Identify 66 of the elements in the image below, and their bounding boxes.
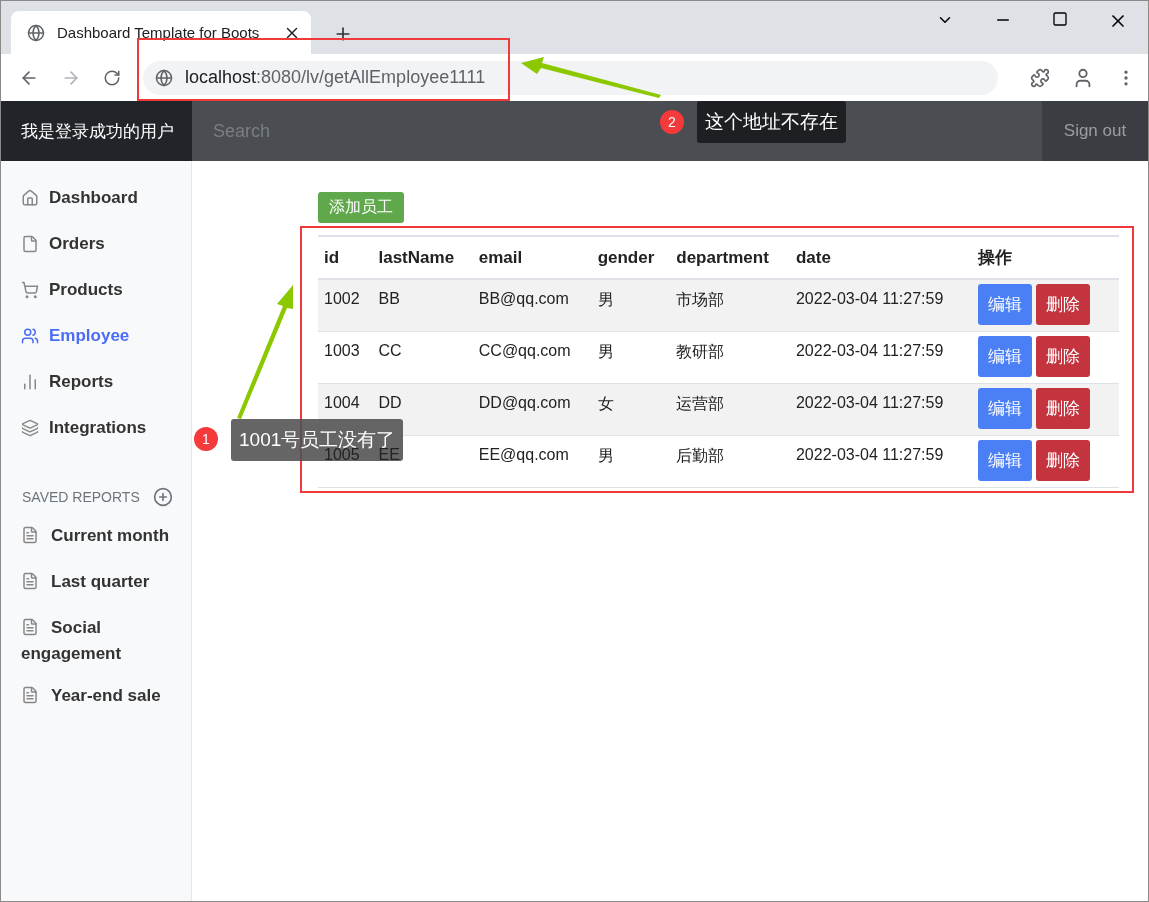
saved-report-item[interactable]: Last quarter <box>1 561 191 607</box>
edit-button[interactable]: 编辑 <box>978 387 1033 429</box>
table-cell: 2022-03-04 11:27:59 <box>795 393 944 411</box>
sidebar-item[interactable]: Employee <box>1 315 191 361</box>
saved-report-item[interactable]: Year-end sale <box>1 675 191 721</box>
sidebar-icon <box>21 189 39 207</box>
brand-title: 我是登录成功的用户 <box>1 101 192 161</box>
url-path: :8080/lv/getAllEmployee1111 <box>256 67 486 87</box>
saved-report-item[interactable]: Social engagement <box>1 607 191 675</box>
delete-button[interactable]: 删除 <box>1036 387 1091 429</box>
delete-button[interactable]: 删除 <box>1036 284 1091 325</box>
edit-button[interactable]: 编辑 <box>978 439 1033 481</box>
table-cell: BB <box>378 290 400 307</box>
edit-button[interactable]: 编辑 <box>978 284 1033 325</box>
table-cell: 2022-03-04 11:27:59 <box>795 290 944 307</box>
number-badge: 1 <box>194 427 218 451</box>
url-host: localhost <box>185 67 257 87</box>
delete-button[interactable]: 删除 <box>1036 335 1091 377</box>
tab-title: Dashboard Template for Boots <box>57 24 261 41</box>
sidebar-icon <box>21 373 39 391</box>
document-icon <box>21 572 39 590</box>
globe-icon <box>155 68 173 87</box>
sidebar-item[interactable]: Dashboard <box>1 177 191 223</box>
table-cell: 市场部 <box>676 291 725 308</box>
table-cell: DD@qq.com <box>478 393 571 411</box>
table-cell: 男 <box>597 342 614 360</box>
puzzle-icon[interactable] <box>1030 67 1050 88</box>
table-cell: 教研部 <box>676 342 725 360</box>
sidebar-item[interactable]: Products <box>1 269 191 315</box>
sidebar-item[interactable]: Integrations <box>1 407 191 453</box>
address-field[interactable]: localhost:8080/lv/getAllEmployee1111 <box>143 60 998 95</box>
section-heading: SAVED REPORTS <box>22 489 140 505</box>
globe-icon <box>27 23 45 42</box>
table-cell: 2022-03-04 11:27:59 <box>795 341 944 359</box>
sidebar-icon <box>21 419 39 437</box>
sidebar-icon <box>21 327 39 345</box>
table-cell: 1004 <box>324 393 360 411</box>
reload-icon[interactable] <box>103 68 121 87</box>
sidebar-icon <box>21 235 39 253</box>
sidebar-icon <box>21 281 39 299</box>
add-report-icon[interactable] <box>153 487 173 507</box>
browser-tab[interactable]: Dashboard Template for Boots <box>11 11 311 54</box>
table-cell: 2022-03-04 11:27:59 <box>795 445 944 463</box>
table-cell: 运营部 <box>676 394 725 412</box>
saved-report-item[interactable]: Current month <box>1 515 191 561</box>
sign-out-link[interactable]: Sign out <box>1042 101 1148 161</box>
maximize-icon[interactable] <box>1052 11 1068 27</box>
table-cell: 男 <box>597 446 614 464</box>
table-cell: DD <box>378 393 402 411</box>
sidebar-item[interactable]: Reports <box>1 361 191 407</box>
sidebar-item[interactable]: Orders <box>1 223 191 269</box>
document-icon <box>21 686 39 704</box>
edit-button[interactable]: 编辑 <box>978 335 1033 377</box>
table-cell: 女 <box>597 394 614 412</box>
table-cell: 1003 <box>324 341 360 359</box>
table-cell: 男 <box>597 291 614 308</box>
document-icon <box>21 618 39 636</box>
table-cell: 后勤部 <box>676 446 725 464</box>
table-cell: CC <box>378 341 402 359</box>
callout-note: 这个地址不存在 <box>697 101 846 143</box>
table-cell: BB@qq.com <box>478 290 569 307</box>
document-icon <box>21 526 39 544</box>
delete-button[interactable]: 删除 <box>1036 439 1091 481</box>
table-cell: EE@qq.com <box>478 445 569 463</box>
table-cell: 1002 <box>324 290 360 307</box>
table-cell: CC@qq.com <box>478 341 571 359</box>
